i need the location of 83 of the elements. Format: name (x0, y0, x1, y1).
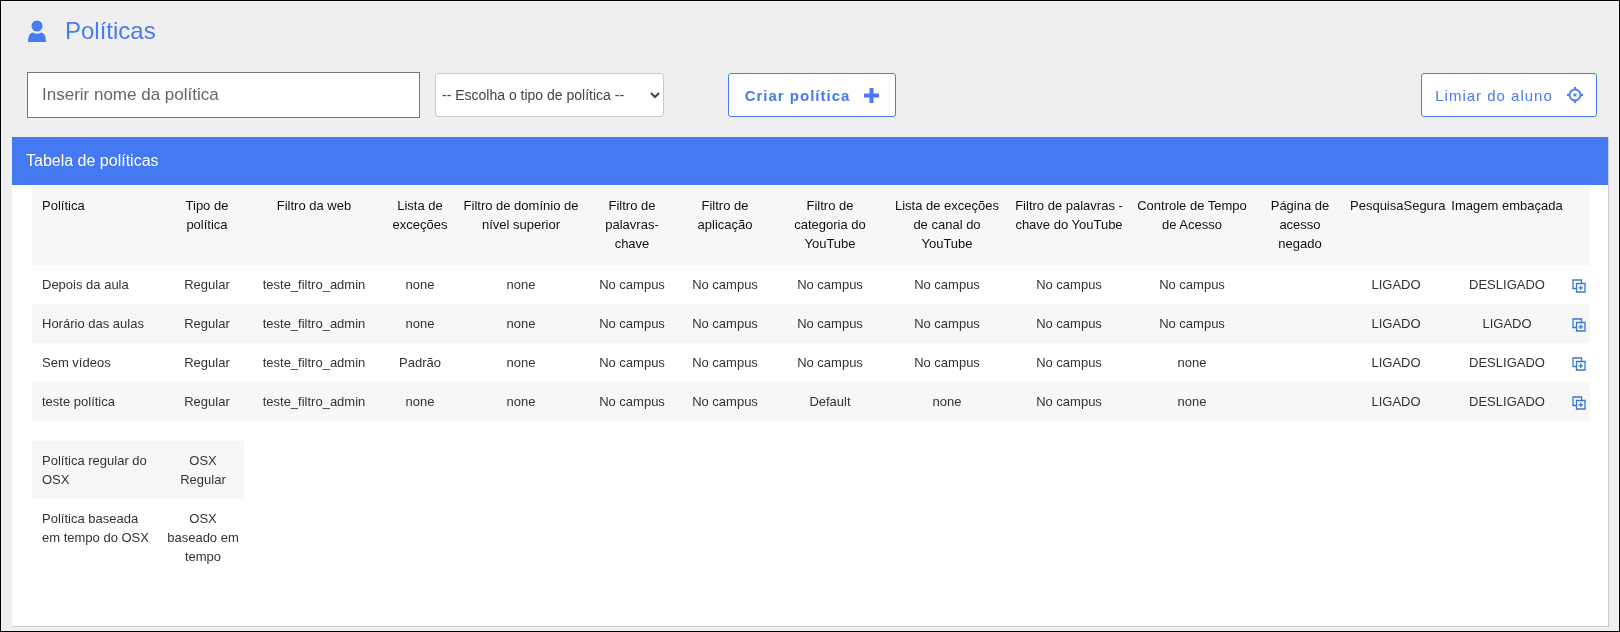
table-cell: none (506, 394, 536, 409)
table-cell: Sem vídeos (42, 355, 111, 370)
column-header: Imagem embaçada (1446, 187, 1568, 265)
table-cell: LIGADO (1371, 355, 1421, 370)
column-header: Controle de Tempo de Acesso (1130, 187, 1254, 265)
column-header: Filtro de aplicação (676, 187, 774, 265)
table-cell: none (932, 394, 962, 409)
table-cell: none (1177, 394, 1207, 409)
column-header: Lista de exceções (386, 187, 454, 265)
table-cell: No campus (1036, 355, 1102, 370)
table-cell: No campus (1159, 316, 1225, 331)
table-cell: LIGADO (1482, 316, 1532, 331)
table-cell: LIGADO (1371, 316, 1421, 331)
table-cell: LIGADO (1371, 394, 1421, 409)
table-cell: No campus (692, 355, 758, 370)
table-cell: Regular (184, 394, 230, 409)
column-header: Filtro de palavras -chave do YouTube (1008, 187, 1130, 265)
table-cell: No campus (692, 277, 758, 292)
column-header: Página de acesso negado (1254, 187, 1346, 265)
table-cell: Depois da aula (42, 277, 129, 292)
table-cell: No campus (599, 355, 665, 370)
create-policy-button[interactable]: Criar política (728, 73, 896, 117)
table-cell: Política baseada em tempo do OSX (42, 511, 149, 545)
table-cell: Padrão (399, 355, 441, 370)
policy-name-field[interactable]: Inserir nome da política (27, 72, 420, 118)
table-cell: Default (809, 394, 851, 409)
table-cell: No campus (914, 355, 980, 370)
table-cell: No campus (1159, 277, 1225, 292)
student-threshold-button[interactable]: Limiar do aluno (1421, 73, 1597, 117)
table-cell: DESLIGADO (1469, 355, 1545, 370)
table-cell: No campus (914, 316, 980, 331)
page-title: Políticas (65, 17, 156, 45)
copy-icon[interactable] (1572, 395, 1586, 410)
policy-type-select[interactable]: -- Escolha o tipo de política -- (435, 73, 664, 117)
table-cell: OSX Regular (180, 453, 226, 487)
table-cell: none (405, 394, 435, 409)
table-cell: teste_filtro_admin (262, 355, 366, 370)
table-cell: OSX baseado em tempo (167, 511, 239, 564)
column-header: Filtro de palavras-chave (588, 187, 676, 265)
table-cell: none (506, 355, 536, 370)
table-cell: teste política (42, 394, 115, 409)
crosshair-icon (1566, 87, 1583, 103)
column-header: Filtro de categoria do YouTube (774, 187, 886, 265)
table-cell: No campus (797, 277, 863, 292)
table-cell: No campus (1036, 394, 1102, 409)
table-cell: none (506, 316, 536, 331)
copy-icon[interactable] (1572, 278, 1586, 293)
column-header: PesquisaSegura (1346, 187, 1446, 265)
table-cell: Regular (184, 277, 230, 292)
table-cell: Horário das aulas (42, 316, 144, 331)
column-header: Filtro de domínio de nível superior (454, 187, 588, 265)
table-cell: none (405, 316, 435, 331)
table-cell: none (405, 277, 435, 292)
table-cell: Regular (184, 355, 230, 370)
table-cell: none (506, 277, 536, 292)
table-cell: LIGADO (1371, 277, 1421, 292)
column-header: Tipo de política (172, 187, 242, 265)
table-cell: No campus (914, 277, 980, 292)
column-header: Filtro da web (242, 187, 386, 265)
table-title: Tabela de políticas (26, 152, 159, 170)
table-cell: No campus (1036, 316, 1102, 331)
table-cell: teste_filtro_admin (262, 316, 366, 331)
copy-icon[interactable] (1572, 356, 1586, 371)
table-cell: Política regular do OSX (42, 453, 147, 487)
table-cell: Regular (184, 316, 230, 331)
table-cell: No campus (692, 394, 758, 409)
table-cell: DESLIGADO (1469, 277, 1545, 292)
table-cell: teste_filtro_admin (262, 394, 366, 409)
table-cell: none (1177, 355, 1207, 370)
copy-icon[interactable] (1572, 317, 1586, 332)
table-cell: No campus (692, 316, 758, 331)
table-cell: No campus (599, 316, 665, 331)
plus-icon (864, 87, 880, 103)
column-header: Lista de exceções de canal do YouTube (886, 187, 1008, 265)
table-cell: No campus (797, 316, 863, 331)
table-cell: teste_filtro_admin (262, 277, 366, 292)
table-cell: DESLIGADO (1469, 394, 1545, 409)
column-header: Política (32, 187, 172, 265)
user-icon (27, 20, 47, 42)
table-cell: No campus (599, 394, 665, 409)
table-cell: No campus (599, 277, 665, 292)
table-cell: No campus (797, 355, 863, 370)
table-cell: No campus (1036, 277, 1102, 292)
